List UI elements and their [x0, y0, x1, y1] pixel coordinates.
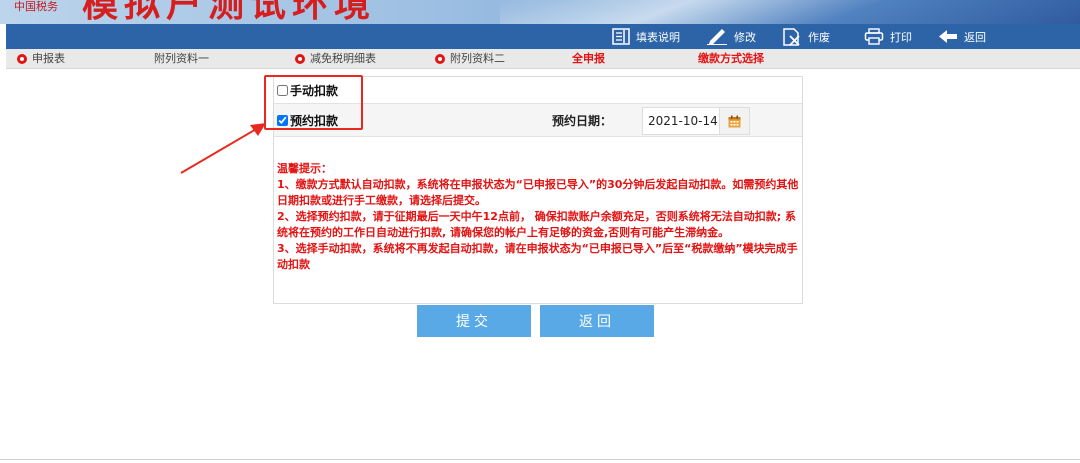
back-button[interactable]: 返回 — [540, 305, 654, 337]
header-banner: 中国税务 模拟户测试环境 — [0, 0, 1080, 24]
print-button[interactable]: 打印 — [854, 24, 922, 49]
edit-label: 修改 — [734, 30, 756, 44]
back-toolbar-button[interactable]: 返回 — [928, 24, 996, 49]
back-arrow-icon — [939, 30, 957, 43]
scheduled-deduction-row: 预约扣款 预约日期： 2021-10-14 — [274, 104, 802, 137]
tab-payment-method[interactable]: 缴款方式选择 — [698, 49, 764, 68]
scheduled-deduction-option[interactable]: 预约扣款 — [277, 112, 338, 129]
tab-label: 申报表 — [32, 52, 65, 65]
scheduled-date-value[interactable]: 2021-10-14 — [643, 114, 719, 128]
edit-button[interactable]: 修改 — [696, 24, 766, 49]
manual-deduction-option[interactable]: 手动扣款 — [277, 82, 338, 99]
calendar-button[interactable] — [718, 108, 749, 134]
footer-divider — [0, 459, 1080, 460]
manual-deduction-row: 手动扣款 — [274, 77, 802, 104]
action-toolbar: 填表说明 修改 作废 打印 返回 — [6, 24, 1080, 49]
tab-label: 附列资料一 — [154, 52, 209, 65]
gear-icon — [295, 53, 305, 64]
pencil-icon — [707, 29, 727, 45]
banner-mountain-graphic — [500, 0, 1080, 24]
fill-instructions-button[interactable]: 填表说明 — [602, 24, 690, 49]
tab-attachment-two[interactable]: 附列资料二 — [434, 49, 505, 68]
tab-attachment-one[interactable]: 附列资料一 — [154, 49, 209, 68]
tab-full-declaration[interactable]: 全申报 — [572, 49, 605, 68]
gear-icon — [17, 53, 27, 64]
void-button[interactable]: 作废 — [772, 24, 840, 49]
calendar-icon — [728, 115, 741, 127]
tab-declaration-form[interactable]: 申报表 — [16, 49, 65, 68]
tips-line-2: 2、选择预约扣款，请于征期最后一天中午12点前， 确保扣款账户余额充足，否则系统… — [277, 210, 797, 239]
report-tabs: 申报表 附列资料一 减免税明细表 附列资料二 全申报 缴款方式选择 — [6, 49, 1080, 69]
scheduled-date-label: 预约日期： — [552, 114, 613, 128]
manual-deduction-label: 手动扣款 — [290, 84, 339, 98]
tax-logo: 中国税务 — [14, 0, 58, 13]
print-label: 打印 — [890, 30, 912, 44]
back-toolbar-label: 返回 — [964, 30, 986, 44]
tab-tax-relief-detail[interactable]: 减免税明细表 — [294, 49, 376, 68]
doc-help-icon — [612, 28, 630, 45]
banner-title: 模拟户测试环境 — [82, 0, 377, 24]
printer-icon — [864, 28, 884, 45]
scheduled-deduction-checkbox[interactable] — [277, 115, 288, 126]
annotation-arrow-icon — [180, 123, 266, 174]
scheduled-deduction-label: 预约扣款 — [290, 114, 339, 128]
tips-line-3: 3、选择手动扣款，系统将不再发起自动扣款，请在申报状态为“已申报已导入”后至“税… — [277, 242, 798, 271]
tips-line-1: 1、缴款方式默认自动扣款，系统将在申报状态为“已申报已导入”的30分钟后发起自动… — [277, 178, 799, 207]
gear-icon — [435, 53, 445, 64]
scheduled-date-picker[interactable]: 2021-10-14 — [642, 107, 750, 135]
tab-label: 缴款方式选择 — [698, 52, 764, 65]
submit-button[interactable]: 提交 — [417, 305, 531, 337]
tips-title: 温馨提示： — [277, 162, 332, 175]
void-label: 作废 — [808, 30, 830, 44]
manual-deduction-checkbox[interactable] — [277, 85, 288, 96]
payment-method-panel: 手动扣款 预约扣款 预约日期： 2021-10-14 温馨提示： 1、缴款方式默… — [273, 76, 803, 304]
warm-tips: 温馨提示： 1、缴款方式默认自动扣款，系统将在申报状态为“已申报已导入”的30分… — [277, 161, 799, 273]
tab-label: 减免税明细表 — [310, 52, 376, 65]
tab-label: 附列资料二 — [450, 52, 505, 65]
fill-instructions-label: 填表说明 — [636, 30, 680, 44]
void-doc-icon — [783, 27, 800, 46]
tab-label: 全申报 — [572, 52, 605, 65]
